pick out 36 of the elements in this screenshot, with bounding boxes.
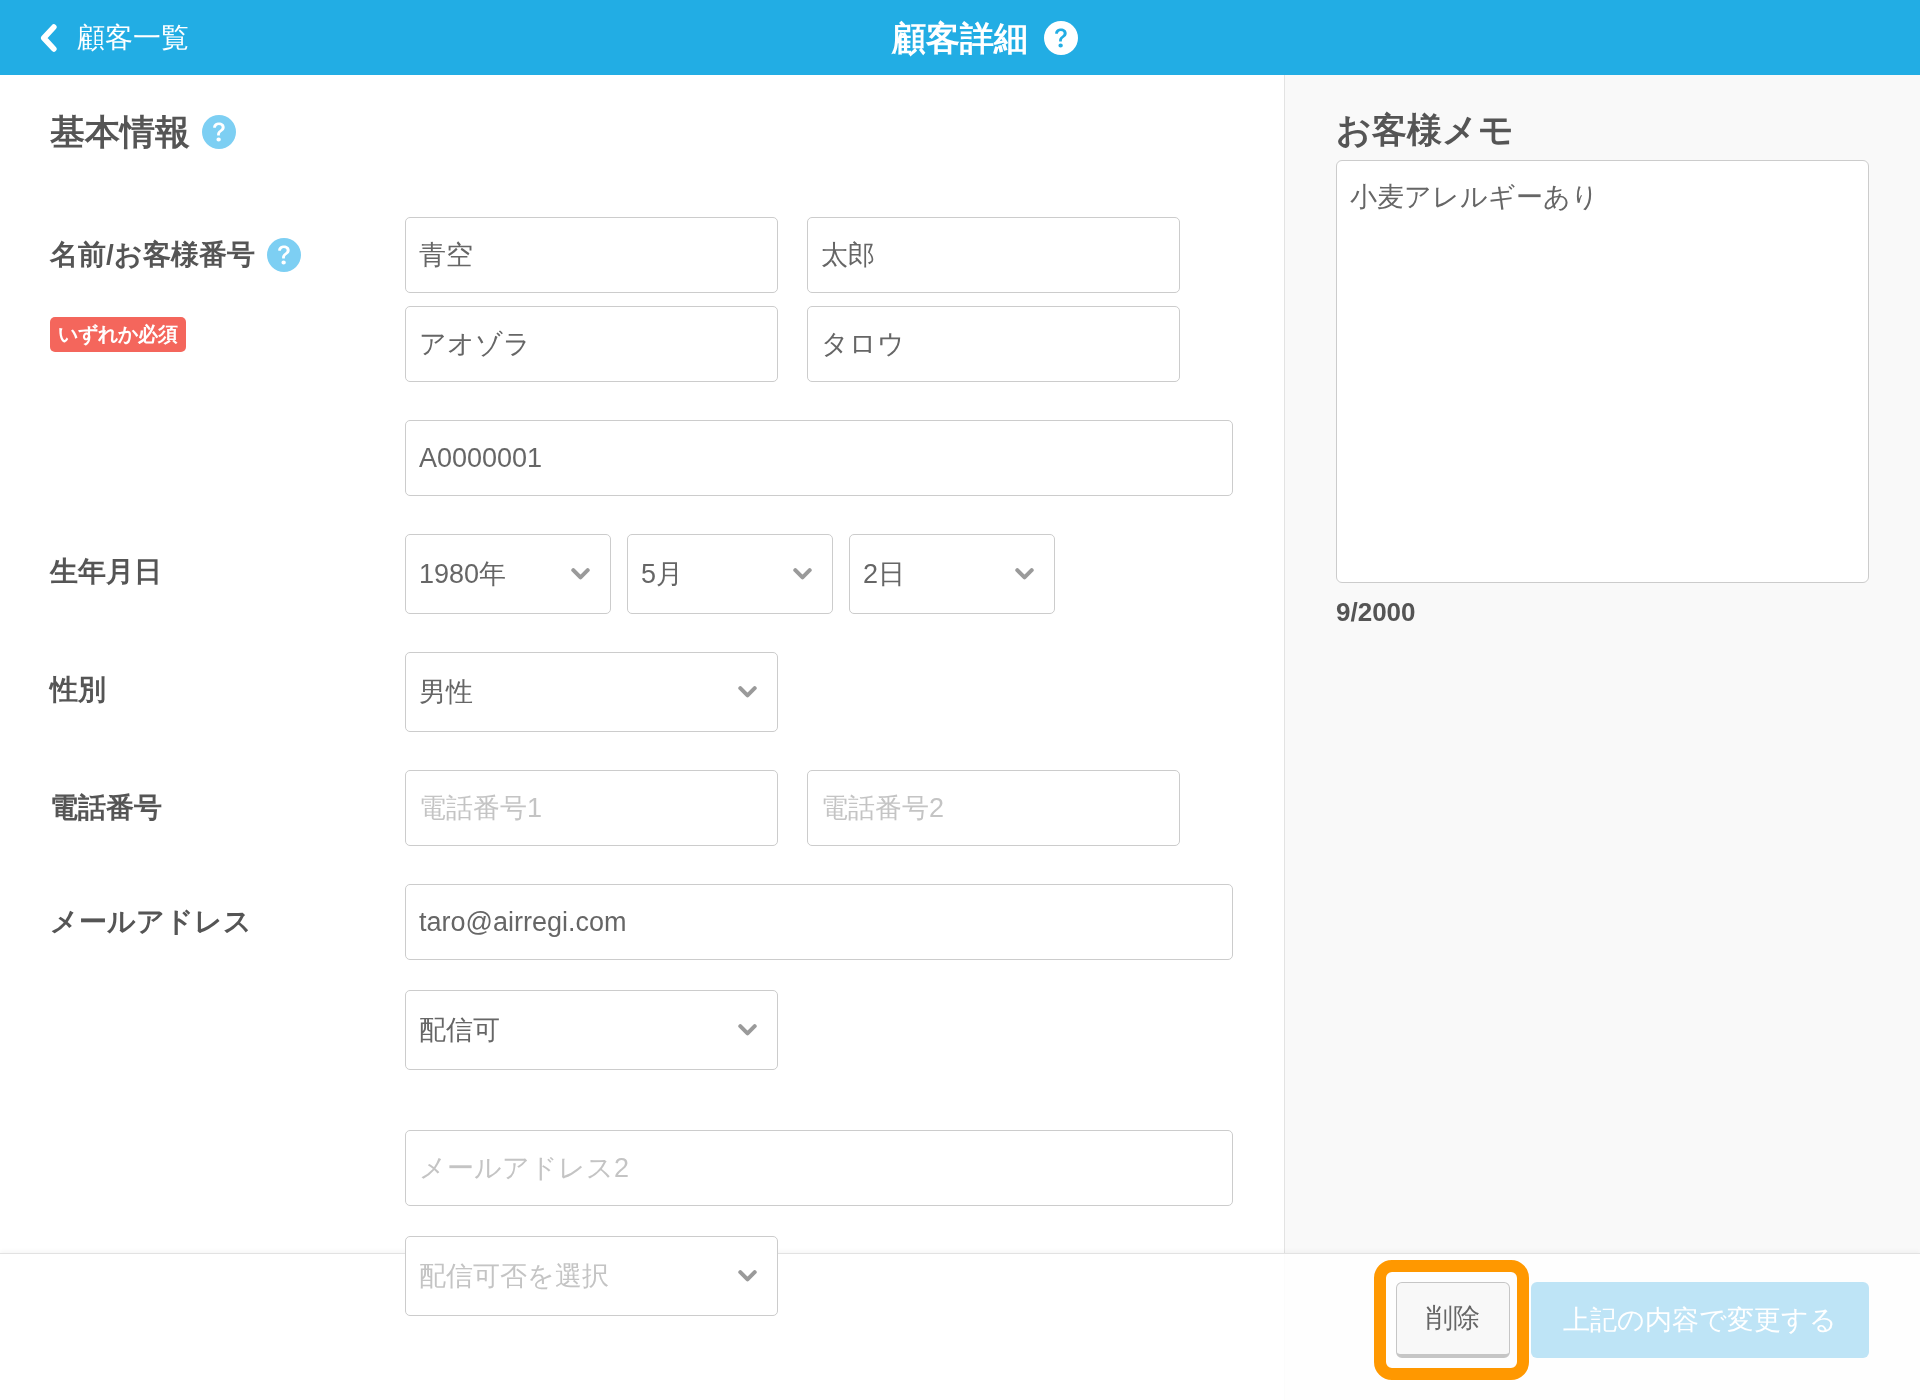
text-field[interactable]: アオゾラ [405, 306, 778, 382]
memo-title: お客様メモ [1336, 110, 1514, 150]
character-counter: 9/2000 [1336, 597, 1416, 627]
chevron-down-icon [793, 568, 812, 580]
required-badge: いずれか必須 [50, 317, 186, 352]
chevron-down-icon [738, 1270, 757, 1282]
memo-field[interactable]: 小麦アレルギーあり [1336, 160, 1869, 583]
chevron-down-icon [571, 568, 590, 580]
text-field[interactable]: 太郎 [807, 217, 1180, 293]
delete-button[interactable]: 削除 [1396, 1282, 1510, 1358]
field-label: 生年月日 [50, 555, 162, 589]
text-field[interactable]: 青空 [405, 217, 778, 293]
dropdown[interactable]: 5月 [627, 534, 833, 614]
text-field[interactable]: taro@airregi.com [405, 884, 1233, 960]
text-field[interactable]: A0000001 [405, 420, 1233, 496]
dropdown[interactable]: 配信可 [405, 990, 778, 1070]
help-icon[interactable] [202, 115, 236, 149]
chevron-down-icon [738, 686, 757, 698]
dropdown[interactable]: 2日 [849, 534, 1055, 614]
text-field[interactable]: メールアドレス2 [405, 1130, 1233, 1206]
page-title: 顧客詳細 [892, 17, 1028, 58]
section-title: 基本情報 [50, 112, 190, 152]
field-label: 名前/お客様番号 [50, 238, 255, 272]
field-label: 性別 [50, 673, 106, 707]
dropdown[interactable]: 1980年 [405, 534, 611, 614]
dropdown[interactable]: 男性 [405, 652, 778, 732]
field-label: 電話番号 [50, 791, 162, 825]
text-field[interactable]: 電話番号2 [807, 770, 1180, 846]
chevron-down-icon [1015, 568, 1034, 580]
help-icon[interactable] [266, 238, 301, 272]
text-field[interactable]: 電話番号1 [405, 770, 778, 846]
chevron-down-icon [738, 1024, 757, 1036]
field-label: メールアドレス [50, 905, 252, 939]
chevron-left-icon [40, 23, 57, 52]
help-icon[interactable] [1044, 20, 1078, 55]
text-field[interactable]: タロウ [807, 306, 1180, 382]
